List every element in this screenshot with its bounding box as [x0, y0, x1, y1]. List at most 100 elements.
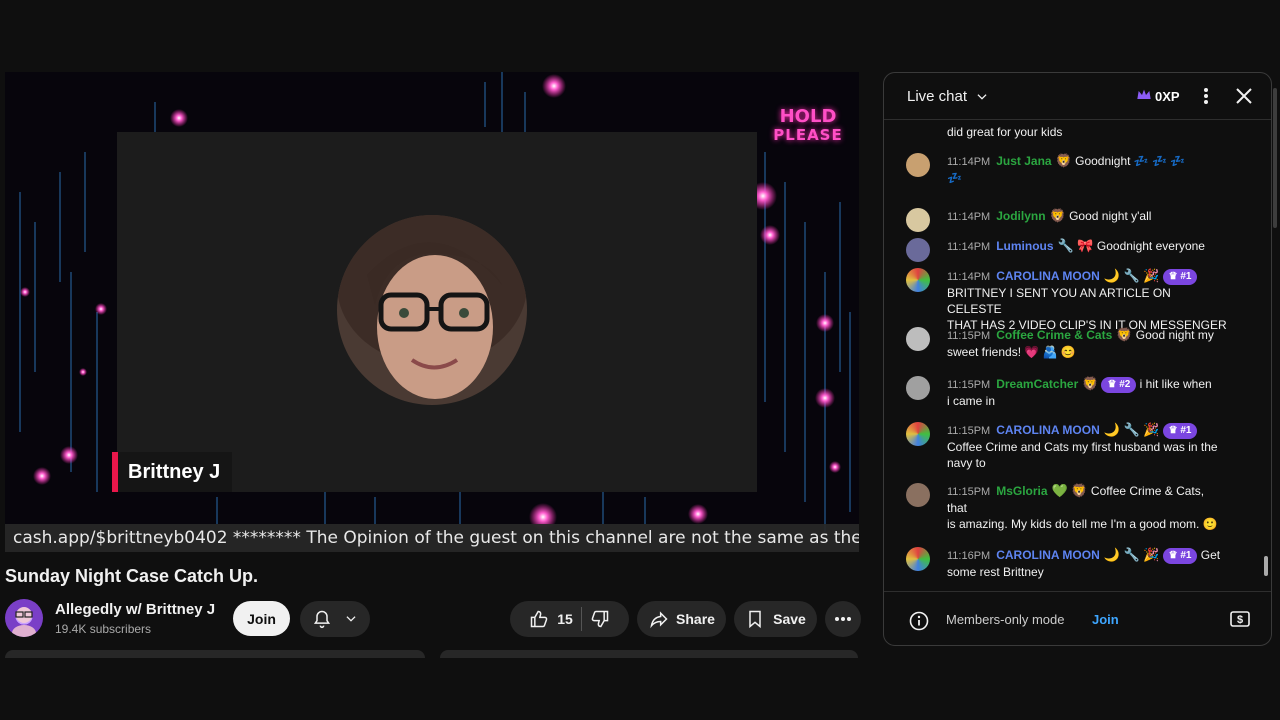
like-count: 15 [557, 611, 573, 627]
please-text: PLEASE [773, 126, 843, 144]
author-badges: 🔧 🎀 [1057, 238, 1094, 253]
message-text: did great for your kids [947, 125, 1063, 139]
notifications-button[interactable] [300, 601, 370, 637]
guest-name: Brittney J [128, 460, 221, 483]
member-rank: #1 [1180, 424, 1192, 436]
author-name[interactable]: Luminous [996, 239, 1053, 253]
author-name[interactable]: Just Jana [996, 154, 1051, 168]
recommendation-card[interactable] [5, 650, 425, 658]
message-time: 11:15PM [947, 486, 991, 498]
more-horizontal-icon [834, 616, 852, 622]
thumbs-down-icon [590, 609, 610, 629]
message-text-continued: sweet friends! 💗 🫂 😊 [947, 345, 1076, 359]
hold-text: HOLD [779, 106, 837, 127]
member-rank-badge: ♛ #1 [1162, 268, 1198, 285]
member-rank-badge: ♛ #1 [1162, 422, 1198, 439]
close-icon[interactable] [1234, 86, 1254, 111]
author-name[interactable]: Jodilynn [996, 209, 1045, 223]
crown-icon [1136, 88, 1152, 105]
author-badges: 🦁 [1049, 208, 1066, 223]
video-title: Sunday Night Case Catch Up. [5, 566, 259, 586]
thumbs-up-icon [529, 609, 549, 629]
message-time: 11:14PM [947, 211, 991, 223]
guest-nameplate: Brittney J [112, 452, 233, 492]
member-rank-badge: ♛ #1 [1162, 547, 1198, 564]
author-badges: 🌙 🔧 🎉 [1103, 268, 1160, 283]
message-text-continued: is amazing. My kids do tell me I'm a goo… [947, 517, 1218, 531]
author-avatar [906, 238, 930, 262]
members-join-link[interactable]: Join [1092, 612, 1119, 627]
author-name[interactable]: CAROLINA MOON [996, 269, 1100, 283]
member-rank-badge: ♛ #2 [1101, 376, 1137, 393]
message-text: i hit like when [1139, 377, 1212, 391]
super-chat-icon[interactable]: $ [1229, 609, 1251, 634]
chat-header: Live chat 0XP [884, 73, 1271, 120]
message-time: 11:14PM [947, 241, 991, 253]
message-time: 11:14PM [947, 156, 991, 168]
members-only-mode-label: Members-only mode [946, 612, 1065, 627]
author-avatar [906, 327, 930, 351]
author-name[interactable]: DreamCatcher [996, 377, 1078, 391]
save-label: Save [773, 611, 806, 627]
share-icon [648, 609, 670, 629]
author-badges: 🦁 [1116, 327, 1133, 342]
message-text: Good night my [1135, 328, 1214, 342]
channel-avatar[interactable] [5, 599, 43, 637]
author-name[interactable]: CAROLINA MOON [996, 423, 1100, 437]
author-badges: 💚 🦁 [1051, 483, 1088, 498]
chat-footer: Members-only mode Join $ [884, 591, 1271, 645]
author-name[interactable]: CAROLINA MOON [996, 548, 1100, 562]
message-text: Goodnight 💤 💤 💤 [1075, 154, 1186, 168]
chat-mode-selector[interactable]: Live chat [907, 88, 967, 105]
xp-button[interactable]: 0XP [1132, 85, 1184, 107]
author-avatar [906, 153, 930, 177]
message-text-continued: navy to [947, 456, 986, 470]
channel-name[interactable]: Allegedly w/ Brittney J [55, 601, 215, 618]
chat-messages[interactable]: did great for your kids 11:14PM Just Jana… [884, 120, 1264, 590]
message-time: 11:16PM [947, 550, 991, 562]
author-badges: 🦁 [1055, 153, 1072, 168]
author-name[interactable]: MsGloria [996, 484, 1047, 498]
save-button[interactable]: Save [734, 601, 817, 637]
chevron-down-icon [344, 612, 358, 626]
chevron-down-icon[interactable] [975, 90, 989, 109]
message-text: Goodnight everyone [1096, 239, 1205, 253]
author-avatar [906, 268, 930, 292]
join-button[interactable]: Join [233, 601, 290, 636]
message-text-continued: i came in [947, 394, 996, 408]
message-text-continued: some rest Brittney [947, 565, 1044, 579]
author-avatar [906, 547, 930, 571]
member-rank: #1 [1180, 270, 1192, 282]
chat-scrollbar[interactable] [1263, 118, 1269, 578]
recommendation-card[interactable] [440, 650, 858, 658]
message-text: Get [1200, 548, 1221, 562]
svg-text:$: $ [1237, 614, 1243, 626]
bell-icon [312, 609, 332, 629]
share-button[interactable]: Share [637, 601, 726, 637]
member-rank: #2 [1119, 378, 1131, 390]
author-name[interactable]: Coffee Crime & Cats [996, 328, 1112, 342]
message-time: 11:15PM [947, 330, 991, 342]
member-rank: #1 [1180, 549, 1192, 561]
chat-scrollbar-thumb[interactable] [1264, 556, 1268, 576]
subscriber-count: 19.4K subscribers [55, 622, 152, 636]
divider [580, 607, 582, 631]
author-avatar [906, 208, 930, 232]
dislike-button[interactable] [590, 609, 610, 629]
author-badges: 🦁 [1082, 376, 1099, 391]
like-dislike-group: 15 [510, 601, 629, 637]
message-time: 11:14PM [947, 271, 991, 283]
author-badges: 🌙 🔧 🎉 [1103, 547, 1160, 562]
author-avatar [906, 376, 930, 400]
author-avatar [906, 483, 930, 507]
author-badges: 🌙 🔧 🎉 [1103, 422, 1160, 437]
more-actions-button[interactable] [825, 601, 861, 637]
page-scrollbar-thumb[interactable] [1273, 88, 1277, 228]
video-player[interactable]: Brittney J HOLD PLEASE cash.app/$brittne… [5, 72, 859, 552]
ticker-bar: cash.app/$brittneyb0402 ******** The Opi… [5, 524, 859, 552]
info-icon[interactable] [909, 611, 929, 636]
like-button[interactable]: 15 [529, 609, 573, 629]
message-text-continued: 💤 [947, 171, 962, 185]
message-text: BRITTNEY I SENT YOU AN ARTICLE ON CELEST… [947, 286, 1171, 316]
more-vertical-icon[interactable] [1196, 86, 1216, 111]
